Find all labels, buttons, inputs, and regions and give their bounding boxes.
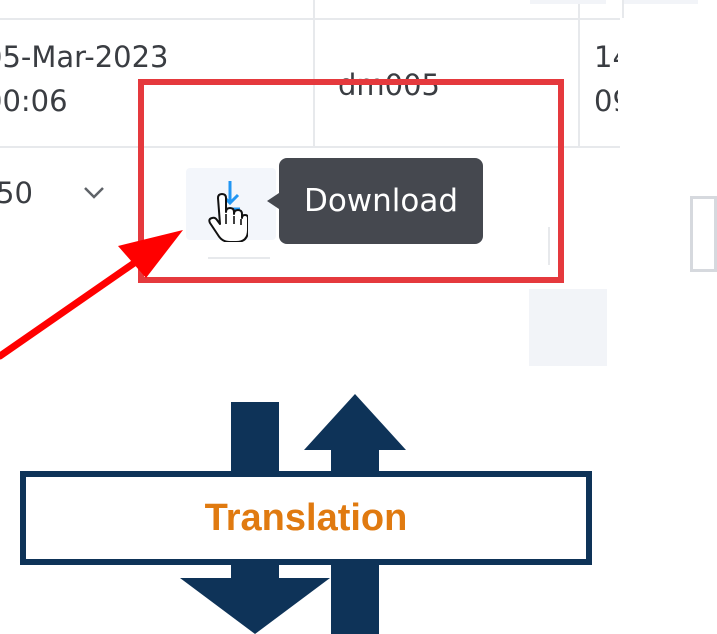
background-panel [690,196,717,272]
background-panel [530,0,606,4]
table-cell-next: 14 09 [588,36,618,136]
up-arrow-head [304,394,406,450]
highlight-box [138,79,564,283]
background-panel [529,289,607,366]
translation-label: Translation [204,497,408,539]
background-panel [624,0,698,4]
down-arrow-head [180,578,330,634]
chevron-down-icon [84,187,104,199]
page-size-select[interactable]: 50 [0,166,130,226]
table-row-divider-top [0,18,620,20]
table-column-divider [578,0,580,146]
pointer-arrow-icon [0,230,183,360]
next-col-line1: 14 [594,40,618,74]
time-text: 00:06 [0,84,68,118]
date-text: 05-Mar-2023 [0,40,169,74]
page-size-value: 50 [0,176,33,210]
next-col-line2: 09 [594,84,618,118]
